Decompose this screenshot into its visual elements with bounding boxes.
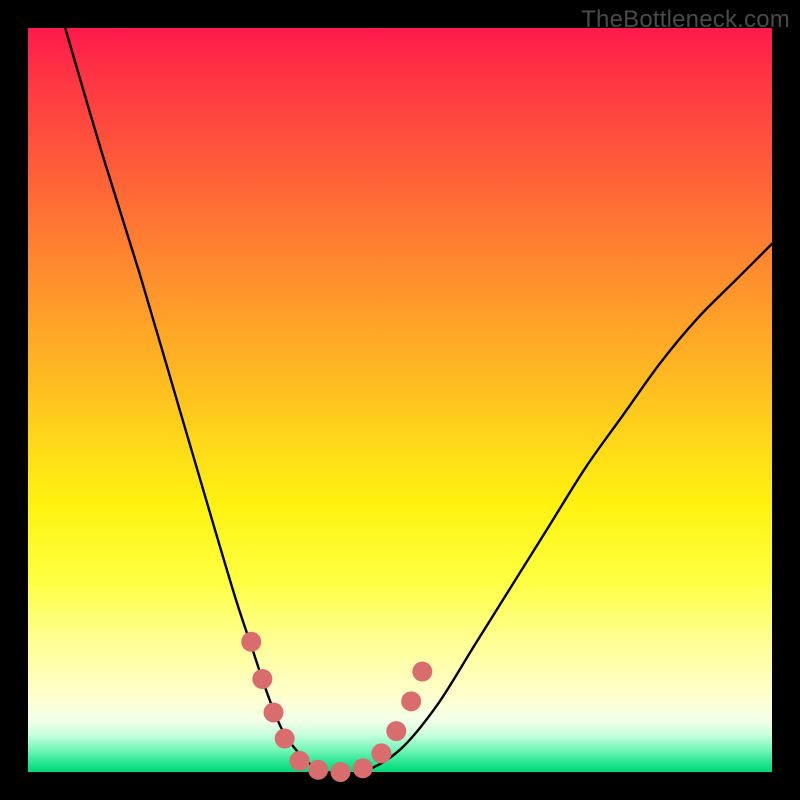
curve-marker <box>353 758 373 778</box>
curve-marker <box>275 729 295 749</box>
curve-marker <box>308 760 328 780</box>
curve-marker <box>241 632 261 652</box>
curve-marker <box>412 662 432 682</box>
curve-markers <box>241 632 432 782</box>
curve-marker <box>371 743 391 763</box>
curve-marker <box>264 702 284 722</box>
curve-marker <box>386 721 406 741</box>
curve-marker <box>252 669 272 689</box>
curve-marker <box>330 762 350 782</box>
bottleneck-curve <box>65 28 772 774</box>
watermark-text: TheBottleneck.com <box>581 6 790 34</box>
chart-svg <box>28 28 772 772</box>
chart-plot-area <box>28 28 772 772</box>
curve-marker <box>401 691 421 711</box>
curve-marker <box>290 751 310 771</box>
